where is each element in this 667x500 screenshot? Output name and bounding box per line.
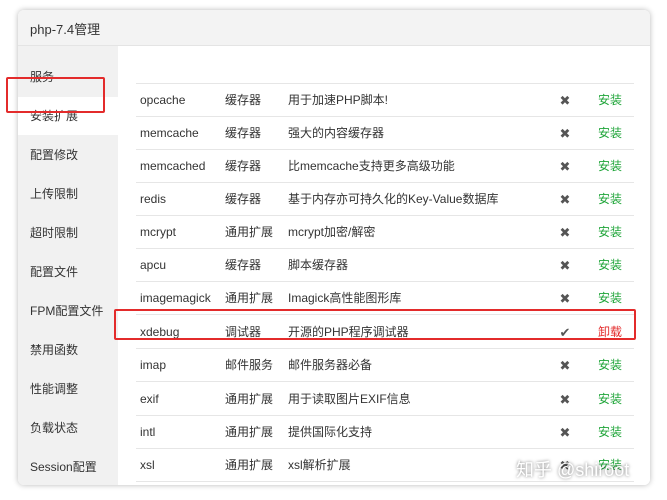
table-row: exif 通用扩展 用于读取图片EXIF信息 ✖ 安装 bbox=[136, 383, 634, 416]
row-highlight-box bbox=[114, 309, 636, 340]
extensions-panel: opcache 缓存器 用于加速PHP脚本! ✖ 安装 memcache 缓存器… bbox=[118, 46, 650, 485]
table-row: imap 邮件服务 邮件服务器必备 ✖ 安装 bbox=[136, 349, 634, 382]
install-button[interactable]: 安装 bbox=[598, 150, 622, 183]
extension-type: 通用扩展 bbox=[225, 225, 274, 239]
extension-description: 比memcache支持更多高级功能 bbox=[288, 159, 455, 173]
sidebar-item-upload-limit[interactable]: 上传限制 bbox=[18, 175, 118, 213]
extension-description: 提供国际化支持 bbox=[288, 425, 373, 439]
extension-type: 缓存器 bbox=[225, 93, 262, 107]
install-button[interactable]: 安装 bbox=[598, 383, 622, 416]
extension-description: 用于读取图片EXIF信息 bbox=[288, 392, 411, 406]
install-button[interactable]: 安装 bbox=[598, 349, 622, 382]
extension-name: xsl bbox=[140, 458, 155, 472]
cross-icon: ✖ bbox=[559, 192, 571, 207]
sidebar-highlight-box bbox=[6, 77, 105, 113]
extension-type: 邮件服务 bbox=[225, 358, 274, 372]
install-button[interactable]: 安装 bbox=[598, 117, 622, 150]
table-row: memcache 缓存器 强大的内容缓存器 ✖ 安装 bbox=[136, 117, 634, 150]
sidebar-item-config-edit[interactable]: 配置修改 bbox=[18, 136, 118, 174]
extension-name: memcache bbox=[140, 126, 199, 140]
extension-name: memcached bbox=[140, 159, 206, 173]
table-row: apcu 缓存器 脚本缓存器 ✖ 安装 bbox=[136, 249, 634, 282]
install-button[interactable]: 安装 bbox=[598, 216, 622, 249]
install-button[interactable]: 安装 bbox=[598, 183, 622, 216]
extension-type: 缓存器 bbox=[225, 159, 262, 173]
cross-icon: ✖ bbox=[559, 425, 571, 440]
title-bar: php-7.4管理 bbox=[18, 10, 650, 46]
extension-description: 脚本缓存器 bbox=[288, 258, 349, 272]
extension-description: xsl解析扩展 bbox=[288, 458, 351, 472]
sidebar-item-fpm-config-file[interactable]: FPM配置文件 bbox=[18, 292, 118, 330]
sidebar-item-config-file[interactable]: 配置文件 bbox=[18, 253, 118, 291]
window-title: php-7.4管理 bbox=[30, 22, 101, 37]
extension-name: mcrypt bbox=[140, 225, 176, 239]
install-button[interactable]: 安装 bbox=[598, 84, 622, 117]
table-row: intl 通用扩展 提供国际化支持 ✖ 安装 bbox=[136, 416, 634, 449]
extension-name: imap bbox=[140, 358, 167, 372]
sidebar-item-timeout-limit[interactable]: 超时限制 bbox=[18, 214, 118, 252]
extension-description: 基于内存亦可持久化的Key-Value数据库 bbox=[288, 192, 499, 206]
extension-type: 通用扩展 bbox=[225, 425, 274, 439]
extension-name: exif bbox=[140, 392, 159, 406]
sidebar-item-disabled-functions[interactable]: 禁用函数 bbox=[18, 331, 118, 369]
table-row: opcache 缓存器 用于加速PHP脚本! ✖ 安装 bbox=[136, 84, 634, 117]
extension-type: 缓存器 bbox=[225, 192, 262, 206]
sidebar-item-load-status[interactable]: 负载状态 bbox=[18, 409, 118, 447]
watermark: 知乎 @shiroot bbox=[516, 460, 630, 480]
cross-icon: ✖ bbox=[559, 159, 571, 174]
cross-icon: ✖ bbox=[559, 225, 571, 240]
cross-icon: ✖ bbox=[559, 258, 571, 273]
sidebar-item-session-config[interactable]: Session配置 bbox=[18, 448, 118, 485]
extension-type: 缓存器 bbox=[225, 126, 262, 140]
cross-icon: ✖ bbox=[559, 392, 571, 407]
extension-name: opcache bbox=[140, 93, 186, 107]
extension-type: 缓存器 bbox=[225, 258, 262, 272]
extension-description: 用于加速PHP脚本! bbox=[288, 93, 389, 107]
php-manager-window: php-7.4管理 服务 安装扩展 配置修改 上传限制 超时限制 配置文件 FP… bbox=[18, 10, 650, 485]
table-row: mcrypt 通用扩展 mcrypt加密/解密 ✖ 安装 bbox=[136, 216, 634, 249]
extension-type: 通用扩展 bbox=[225, 392, 274, 406]
table-row: redis 缓存器 基于内存亦可持久化的Key-Value数据库 ✖ 安装 bbox=[136, 183, 634, 216]
table-top-divider bbox=[136, 64, 634, 84]
extension-description: 强大的内容缓存器 bbox=[288, 126, 385, 140]
extension-description: 邮件服务器必备 bbox=[288, 358, 373, 372]
extension-name: redis bbox=[140, 192, 167, 206]
table-row: memcached 缓存器 比memcache支持更多高级功能 ✖ 安装 bbox=[136, 150, 634, 183]
sidebar-item-performance-tuning[interactable]: 性能调整 bbox=[18, 370, 118, 408]
extension-name: apcu bbox=[140, 258, 167, 272]
install-button[interactable]: 安装 bbox=[598, 249, 622, 282]
extension-description: mcrypt加密/解密 bbox=[288, 225, 376, 239]
extension-type: 通用扩展 bbox=[225, 458, 274, 472]
cross-icon: ✖ bbox=[559, 126, 571, 141]
cross-icon: ✖ bbox=[559, 358, 571, 373]
cross-icon: ✖ bbox=[559, 93, 571, 108]
extension-name: intl bbox=[140, 425, 156, 439]
install-button[interactable]: 安装 bbox=[598, 416, 622, 449]
